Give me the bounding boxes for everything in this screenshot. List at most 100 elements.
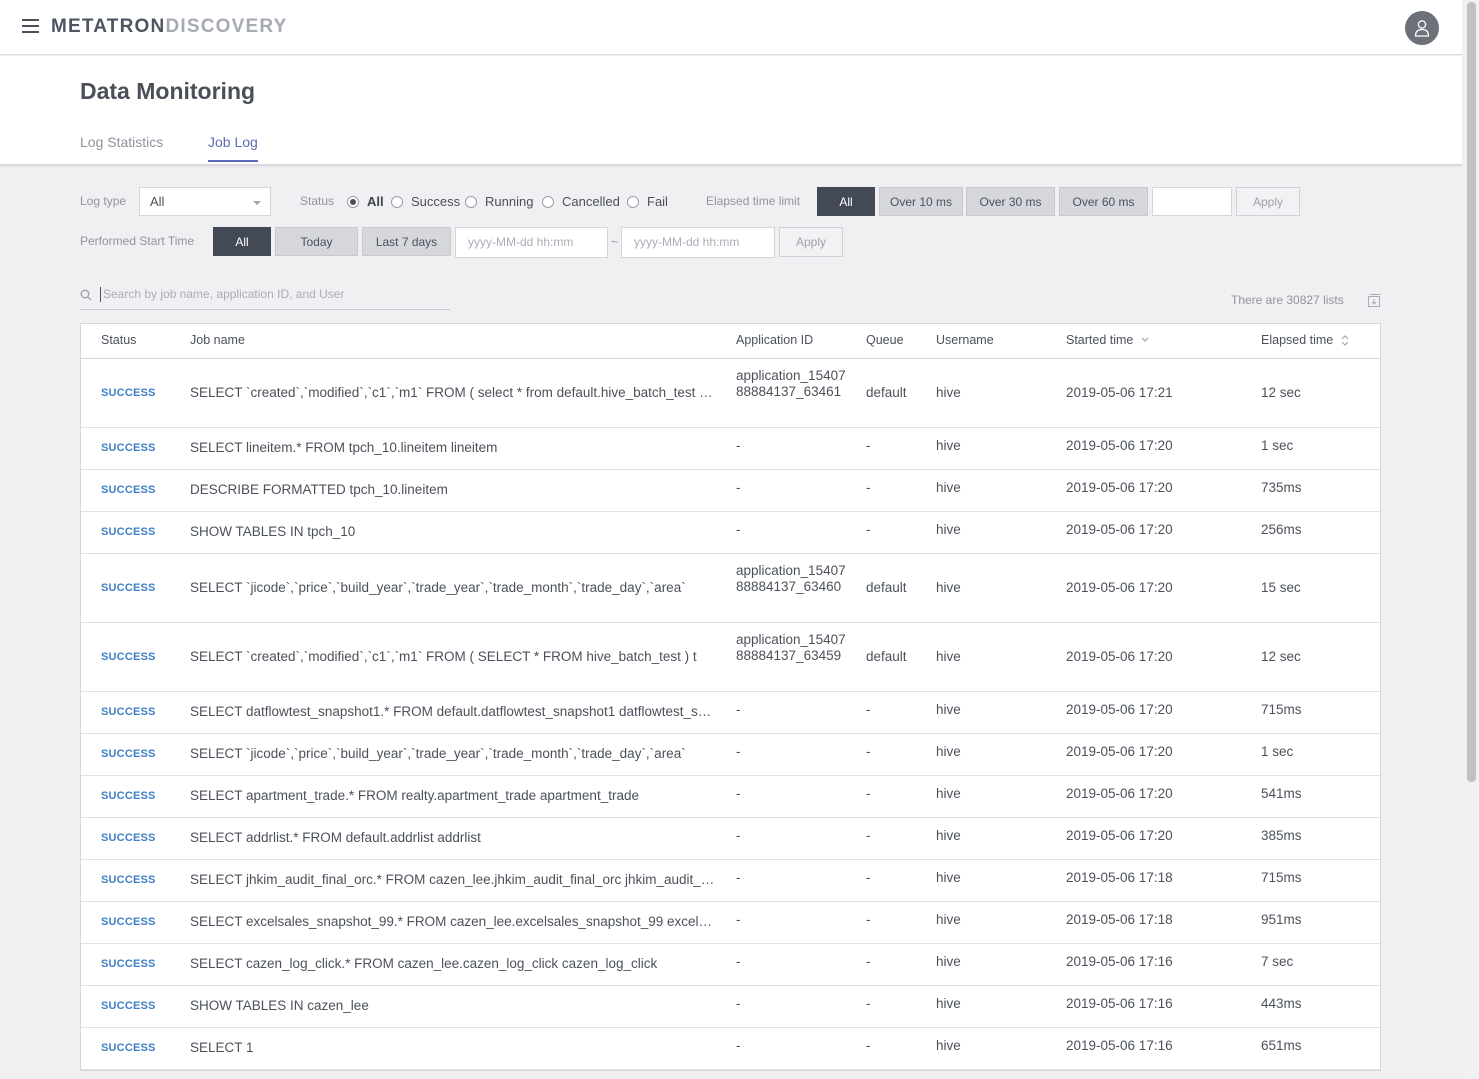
start-time-apply-button[interactable]: Apply <box>779 227 843 257</box>
started-time-cell: 2019-05-06 17:21 <box>1066 385 1173 400</box>
search-bar: Search by job name, application ID, and … <box>80 285 450 310</box>
elapsed-time-cell: 951ms <box>1261 912 1302 927</box>
job-name-cell: SELECT cazen_log_click.* FROM cazen_lee.… <box>190 956 658 971</box>
column-header-elapsed-time[interactable]: Elapsed time <box>1261 333 1349 347</box>
elapsed-time-cell: 7 sec <box>1261 954 1294 969</box>
column-header-queue[interactable]: Queue <box>866 333 904 347</box>
start-time-label: Performed Start Time <box>80 234 195 248</box>
username-cell: hive <box>936 438 961 453</box>
status-radio-fail[interactable]: Fail <box>627 194 668 209</box>
application-id-cell: - <box>736 744 741 759</box>
table-row[interactable]: SUCCESS SELECT addrlist.* FROM default.ad… <box>81 818 1380 860</box>
table-row[interactable]: SUCCESS SELECT apartment_trade.* FROM rea… <box>81 776 1380 818</box>
queue-cell: - <box>866 480 871 495</box>
elapsed-apply-button[interactable]: Apply <box>1236 187 1300 216</box>
job-name-cell: SELECT `jicode`,`price`,`build_year`,`tr… <box>190 580 686 595</box>
queue-cell: - <box>866 786 871 801</box>
job-name-cell: SELECT 1 <box>190 1040 254 1055</box>
radio-unchecked-icon <box>465 195 477 208</box>
elapsed-time-cell: 443ms <box>1261 996 1302 1011</box>
username-cell: hive <box>936 580 961 595</box>
export-icon[interactable] <box>1368 294 1381 307</box>
hamburger-menu-icon[interactable] <box>22 19 39 34</box>
elapsed-time-cell: 256ms <box>1261 522 1302 537</box>
column-header-job-name[interactable]: Job name <box>190 333 245 347</box>
status-badge: SUCCESS <box>101 484 156 496</box>
status-badge: SUCCESS <box>101 1000 156 1012</box>
job-name-cell: SELECT excelsales_snapshot_99.* FROM caz… <box>190 914 716 929</box>
page-header: Data Monitoring Log Statistics Job Log <box>0 56 1462 166</box>
table-row[interactable]: SUCCESS SELECT jhkim_audit_final_orc.* FR… <box>81 860 1380 902</box>
started-time-cell: 2019-05-06 17:20 <box>1066 580 1173 595</box>
table-row[interactable]: SUCCESS DESCRIBE FORMATTED tpch_10.lineit… <box>81 470 1380 512</box>
table-body: SUCCESS SELECT `created`,`modified`,`c1`,… <box>81 359 1380 1070</box>
table-row[interactable]: SUCCESS SELECT cazen_log_click.* FROM caz… <box>81 944 1380 986</box>
queue-cell: - <box>866 744 871 759</box>
column-header-application-id[interactable]: Application ID <box>736 333 813 347</box>
queue-cell: - <box>866 522 871 537</box>
status-radio-all[interactable]: All <box>347 194 384 209</box>
start-date-to-input[interactable]: yyyy-MM-dd hh:mm <box>621 227 775 258</box>
started-time-cell: 2019-05-06 17:20 <box>1066 522 1173 537</box>
status-radio-running[interactable]: Running <box>465 194 533 209</box>
username-cell: hive <box>936 649 961 664</box>
elapsed-time-cell: 1 sec <box>1261 744 1294 759</box>
queue-cell: - <box>866 1038 871 1053</box>
job-name-cell: SELECT datflowtest_snapshot1.* FROM defa… <box>190 704 716 719</box>
elapsed-time-cell: 12 sec <box>1261 385 1301 400</box>
table-row[interactable]: SUCCESS SELECT `jicode`,`price`,`build_ye… <box>81 734 1380 776</box>
table-row[interactable]: SUCCESS SHOW TABLES IN cazen_lee - - hive 201… <box>81 986 1380 1028</box>
queue-cell: - <box>866 912 871 927</box>
tab-job-log[interactable]: Job Log <box>208 134 258 162</box>
date-range-separator: ~ <box>611 235 619 249</box>
page-title: Data Monitoring <box>80 78 256 104</box>
elapsed-all-button[interactable]: All <box>817 187 875 216</box>
elapsed-over-60ms-button[interactable]: Over 60 ms <box>1059 187 1148 216</box>
start-date-from-input[interactable]: yyyy-MM-dd hh:mm <box>455 227 608 258</box>
elapsed-time-cell: 651ms <box>1261 1038 1302 1053</box>
username-cell: hive <box>936 480 961 495</box>
start-time-all-button[interactable]: All <box>213 227 271 256</box>
elapsed-over-30ms-button[interactable]: Over 30 ms <box>966 187 1055 216</box>
table-row[interactable]: SUCCESS SELECT `created`,`modified`,`c1`,… <box>81 359 1380 428</box>
status-badge: SUCCESS <box>101 832 156 844</box>
job-name-cell: SELECT `created`,`modified`,`c1`,`m1` FR… <box>190 385 716 400</box>
queue-cell: - <box>866 954 871 969</box>
radio-checked-icon <box>347 195 359 208</box>
radio-unchecked-icon <box>542 195 554 208</box>
elapsed-time-cell: 715ms <box>1261 702 1302 717</box>
elapsed-over-10ms-button[interactable]: Over 10 ms <box>879 187 963 216</box>
table-row[interactable]: SUCCESS SELECT excelsales_snapshot_99.* F… <box>81 902 1380 944</box>
vertical-scrollbar[interactable] <box>1464 0 1479 1079</box>
start-time-last7days-button[interactable]: Last 7 days <box>362 227 451 256</box>
scrollbar-thumb[interactable] <box>1467 2 1476 782</box>
caret-down-icon <box>253 201 261 205</box>
elapsed-time-cell: 385ms <box>1261 828 1302 843</box>
status-radio-success[interactable]: Success <box>391 194 460 209</box>
started-time-cell: 2019-05-06 17:16 <box>1066 1038 1173 1053</box>
column-header-username[interactable]: Username <box>936 333 994 347</box>
username-cell: hive <box>936 522 961 537</box>
queue-cell: - <box>866 438 871 453</box>
app-logo[interactable]: METATRONDISCOVERY <box>51 16 287 38</box>
tab-log-statistics[interactable]: Log Statistics <box>80 134 163 160</box>
search-input[interactable]: Search by job name, application ID, and … <box>100 287 344 302</box>
status-radio-cancelled[interactable]: Cancelled <box>542 194 620 209</box>
table-row[interactable]: SUCCESS SELECT lineitem.* FROM tpch_10.li… <box>81 428 1380 470</box>
table-row[interactable]: SUCCESS SHOW TABLES IN tpch_10 - - hive 2019-… <box>81 512 1380 554</box>
table-row[interactable]: SUCCESS SELECT 1 - - hive 2019-05-06 17:16 651… <box>81 1028 1380 1070</box>
table-row[interactable]: SUCCESS SELECT `created`,`modified`,`c1`,… <box>81 623 1380 692</box>
table-row[interactable]: SUCCESS SELECT datflowtest_snapshot1.* FR… <box>81 692 1380 734</box>
started-time-cell: 2019-05-06 17:20 <box>1066 744 1173 759</box>
column-header-started-time[interactable]: Started time <box>1066 333 1149 347</box>
log-type-select[interactable]: All <box>139 187 271 216</box>
column-header-status[interactable]: Status <box>101 333 136 347</box>
username-cell: hive <box>936 828 961 843</box>
start-time-today-button[interactable]: Today <box>275 227 358 256</box>
status-badge: SUCCESS <box>101 748 156 760</box>
table-row[interactable]: SUCCESS SELECT `jicode`,`price`,`build_ye… <box>81 554 1380 623</box>
status-label: Status <box>300 194 335 208</box>
elapsed-custom-input[interactable] <box>1152 187 1232 216</box>
user-avatar-icon[interactable] <box>1405 11 1439 45</box>
logo-text-primary: METATRON <box>51 16 166 37</box>
